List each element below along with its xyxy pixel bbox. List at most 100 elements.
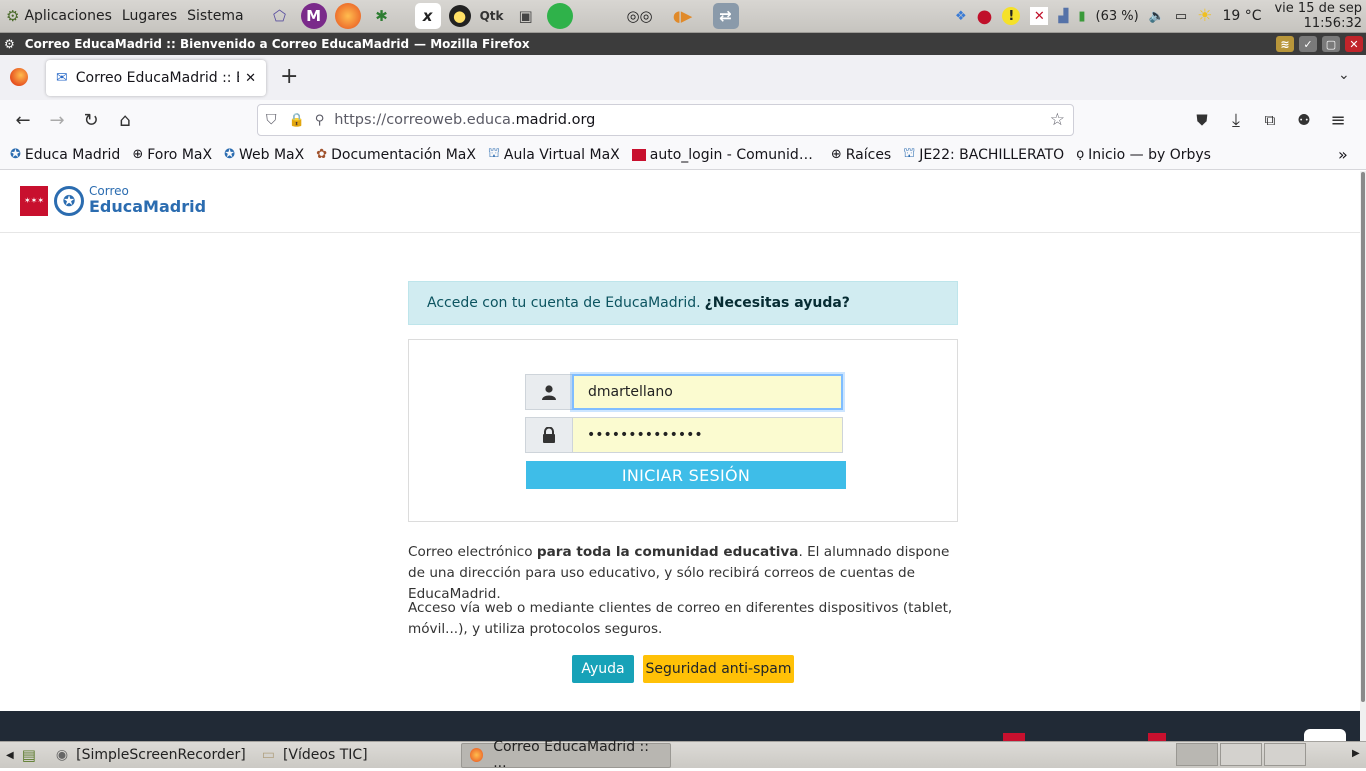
task-videos-tic[interactable]: ▭ [Vídeos TIC] [254, 743, 376, 768]
menu-hamburger-icon[interactable]: ≡ [1321, 105, 1355, 135]
warning-icon[interactable]: ! [1002, 7, 1021, 25]
task-label: [Vídeos TIC] [282, 747, 368, 763]
roll-up-button[interactable]: ≋ [1276, 36, 1294, 52]
clock[interactable]: vie 15 de sep 11:56:32 [1274, 1, 1362, 31]
help-link[interactable]: ¿Necesitas ayuda? [705, 295, 850, 311]
downloads-icon[interactable]: ⤓ [1219, 105, 1253, 135]
reload-button[interactable]: ↻ [74, 105, 108, 135]
site-header: ✶✶✶ ✪ Correo EducaMadrid [0, 171, 1360, 233]
login-form: INICIAR SESIÓN [408, 339, 958, 522]
list-all-tabs-icon[interactable]: ⌄ [1338, 67, 1350, 83]
workspace-2[interactable] [1220, 743, 1262, 766]
bookmark-educa-madrid[interactable]: ✪ Educa Madrid [10, 147, 120, 163]
close-window-button[interactable]: ✕ [1345, 36, 1363, 52]
qtikz-launcher-icon[interactable]: Qtk [479, 3, 505, 29]
page-scrollbar-thumb[interactable] [1361, 172, 1365, 702]
username-input[interactable] [572, 374, 843, 410]
permissions-icon[interactable]: ⚲ [315, 113, 325, 128]
logo-big-text: EducaMadrid [89, 197, 207, 216]
bookmark-label: Raíces [845, 146, 892, 163]
firefox-view-icon[interactable] [10, 68, 28, 86]
record-icon[interactable]: ● [977, 6, 993, 27]
xmaxima-launcher-icon[interactable]: x [414, 3, 441, 29]
username-group [525, 374, 843, 410]
taskbar-scroll-left-icon[interactable]: ◀ [6, 750, 14, 761]
taskbar-scroll-right-icon[interactable]: ▶ [1352, 748, 1360, 759]
maximize-button[interactable]: ▢ [1322, 36, 1340, 52]
alert-text: Accede con tu cuenta de EducaMadrid. [427, 295, 701, 311]
menu-lugares[interactable]: Lugares [117, 8, 182, 24]
educamadrid-star-icon: ✪ [54, 185, 84, 216]
bookmark-documentacion-max[interactable]: ✿ Documentación MaX [316, 147, 476, 163]
extensions-icon[interactable]: ⧉ [1253, 105, 1287, 135]
fish-launcher-icon[interactable]: ◖▶ [661, 3, 705, 29]
help-button[interactable]: Ayuda [572, 655, 634, 683]
battery-icon[interactable]: ▮ [1078, 9, 1085, 24]
menu-aplicaciones[interactable]: Aplicaciones [19, 8, 116, 24]
forward-button[interactable]: → [40, 105, 74, 135]
pocket-icon[interactable]: ⛊ [1185, 105, 1219, 135]
account-icon[interactable]: ⚉ [1287, 105, 1321, 135]
info1-start: Correo electrónico [408, 544, 537, 560]
bookmark-label: Educa Madrid [24, 146, 121, 163]
monitor-icon[interactable]: ▭ [1175, 9, 1187, 24]
minimize-button[interactable]: ✓ [1299, 36, 1317, 52]
workspace-3[interactable] [1264, 743, 1306, 766]
pineapple-launcher-icon[interactable]: ✱ [369, 3, 395, 29]
remote-desktop-launcher-icon[interactable]: ⇄ [712, 3, 739, 29]
bookmark-label: Documentación MaX [331, 146, 476, 163]
weather-icon[interactable]: ☀ [1197, 6, 1212, 26]
url-bar[interactable]: ⛉ 🔒 ⚲ https://correoweb.educa.madrid.org… [257, 104, 1074, 136]
home-button[interactable]: ⌂ [108, 105, 142, 135]
dropbox-icon[interactable]: ❖ [955, 9, 967, 24]
screenshot-launcher-icon[interactable]: ▣ [513, 3, 539, 29]
educamadrid-logo[interactable]: ✶✶✶ ✪ Correo EducaMadrid [20, 185, 206, 216]
bookmarks-toolbar: ✪ Educa Madrid ⊕ Foro MaX ✪ Web MaX ✿ Do… [0, 140, 1366, 170]
bookmark-je22-bachillerato[interactable]: ⛫ JE22: BACHILLERATO [903, 146, 1064, 163]
bookmark-auto-login[interactable]: auto_login - Comunid… [631, 146, 813, 163]
network-diagram-launcher-icon[interactable]: ⬠ [267, 3, 293, 29]
bookmark-foro-max[interactable]: ⊕ Foro MaX [132, 147, 212, 163]
task-firefox-correo[interactable]: Correo EducaMadrid :: ... [460, 739, 671, 771]
close-tab-icon[interactable]: ✕ [245, 71, 256, 86]
password-group [525, 417, 843, 453]
bookmark-label: auto_login - Comunid… [649, 146, 813, 163]
menu-sistema[interactable]: Sistema [182, 8, 248, 24]
bookmark-web-max[interactable]: ✪ Web MaX [224, 147, 304, 163]
max-launcher-icon[interactable]: M [300, 3, 327, 29]
url-text[interactable]: https://correoweb.educa.madrid.org [334, 112, 595, 128]
system-menu-icon[interactable]: ⚙ [6, 7, 19, 25]
globe-icon: ⊕ [132, 147, 144, 162]
bookmark-aula-virtual-max[interactable]: ⛫ Aula Virtual MaX [488, 146, 620, 163]
shield-icon[interactable]: ⛉ [266, 112, 277, 128]
footer-badge-icon [1304, 729, 1346, 741]
window-menu-icon[interactable]: ⚙ [4, 37, 15, 51]
new-tab-button[interactable]: + [280, 64, 298, 89]
bookmark-inicio-orbys[interactable]: ọ Inicio — by Orbys [1076, 147, 1211, 163]
bookmark-raices[interactable]: ⊕ Raíces [831, 147, 891, 163]
password-input[interactable] [572, 417, 843, 453]
login-button[interactable]: INICIAR SESIÓN [526, 461, 846, 489]
more-bookmarks-icon[interactable]: » [1338, 145, 1348, 164]
info-paragraph-2: Acceso vía web o mediante clientes de co… [408, 600, 953, 637]
green-disc-launcher-icon[interactable] [546, 3, 573, 29]
firefox-launcher-icon[interactable] [334, 3, 361, 29]
close-tray-icon[interactable]: ✕ [1030, 7, 1049, 25]
url-domain: madrid.org [515, 112, 596, 128]
task-simplescreenrecorder[interactable]: ◉ [SimpleScreenRecorder] [48, 743, 254, 768]
anti-spam-button[interactable]: Seguridad anti-spam [643, 655, 794, 683]
volume-icon[interactable]: 🔈 [1149, 9, 1165, 24]
audio-launcher-icon[interactable]: ● [448, 5, 471, 27]
bookmark-label: Foro MaX [147, 146, 213, 163]
tab-strip: ✉ Correo EducaMadrid :: Bi ✕ + ⌄ [0, 55, 1366, 100]
workspace-1[interactable] [1176, 743, 1218, 766]
window-title-suffix: — Mozilla Firefox [414, 37, 530, 51]
bookmark-star-icon[interactable]: ☆ [1050, 110, 1065, 130]
lock-icon[interactable]: 🔒 [289, 113, 305, 128]
show-desktop-icon[interactable]: ▤ [22, 746, 36, 764]
tab-correo-educamadrid[interactable]: ✉ Correo EducaMadrid :: Bi ✕ [46, 60, 266, 96]
eyes-launcher-icon[interactable]: ◎◎ [626, 3, 652, 29]
window-titlebar: ⚙ Correo EducaMadrid :: Bienvenido a Cor… [0, 33, 1366, 55]
back-button[interactable]: ← [6, 105, 40, 135]
wifi-signal-icon[interactable]: ▟ [1058, 9, 1068, 24]
